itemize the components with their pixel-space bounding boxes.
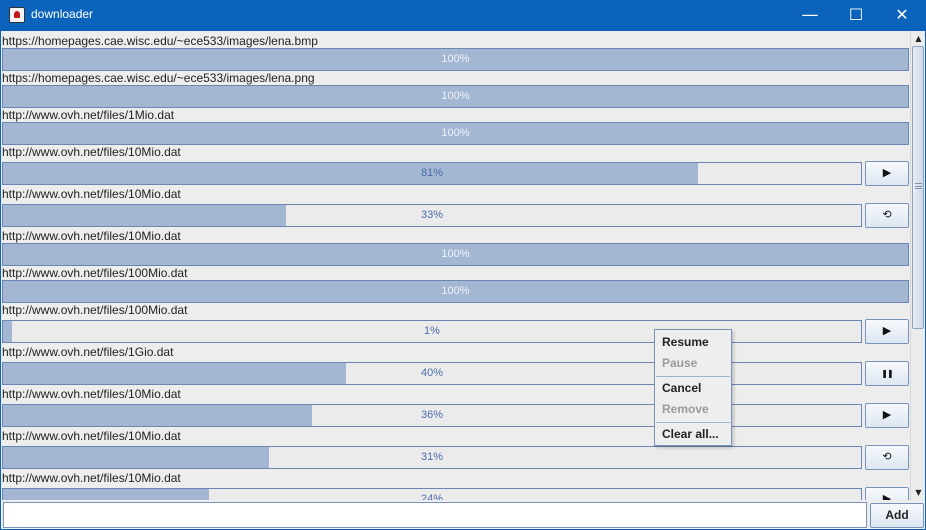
play-icon: ▶ [882,408,892,421]
app-icon [9,7,25,23]
download-url-label: http://www.ovh.net/files/10Mio.dat [2,145,181,159]
pause-button[interactable]: ❚❚ [865,361,909,386]
retry-button[interactable]: ⟲ [865,203,909,228]
menu-separator [656,376,730,377]
scroll-grip-icon [915,183,922,189]
progress-percent: 31% [420,451,444,463]
download-progress-bar[interactable]: 36% [2,404,862,427]
download-progress-bar[interactable]: 100% [2,48,909,71]
window-title: downloader [31,7,94,21]
menu-item-pause: Pause [662,356,698,370]
scroll-down-arrow-icon[interactable]: ▼ [912,486,925,499]
progress-percent: 40% [420,367,444,379]
play-icon: ▶ [882,492,892,500]
download-progress-bar[interactable]: 81% [2,162,862,185]
progress-percent: 81% [420,167,444,179]
download-url-label: http://www.ovh.net/files/10Mio.dat [2,471,181,485]
download-progress-bar[interactable]: 100% [2,122,909,145]
download-progress-bar[interactable]: 33% [2,204,862,227]
url-input[interactable] [3,502,867,528]
progress-percent: 36% [420,409,444,421]
vertical-scrollbar[interactable]: ▲ ▼ [910,31,925,500]
menu-item-remove: Remove [662,402,709,416]
download-url-label: http://www.ovh.net/files/10Mio.dat [2,387,181,401]
menu-separator [656,422,730,423]
download-progress-bar[interactable]: 24% [2,488,862,500]
download-progress-bar[interactable]: 100% [2,85,909,108]
progress-percent: 1% [424,325,440,337]
download-url-label: http://www.ovh.net/files/10Mio.dat [2,187,181,201]
download-progress-bar[interactable]: 31% [2,446,862,469]
download-list: https://homepages.cae.wisc.edu/~ece533/i… [2,31,909,500]
context-menu: Resume Pause Cancel Remove Clear all... [654,329,732,446]
progress-percent: 100% [441,90,470,102]
progress-percent: 33% [420,209,444,221]
download-url-label: http://www.ovh.net/files/1Gio.dat [2,345,174,359]
play-button[interactable]: ▶ [865,487,909,500]
play-icon: ▶ [882,324,892,337]
play-button[interactable]: ▶ [865,161,909,186]
progress-percent: 100% [441,53,470,65]
play-button[interactable]: ▶ [865,403,909,428]
close-button[interactable]: ✕ [879,0,925,31]
pause-icon: ❚❚ [881,369,893,378]
menu-item-cancel[interactable]: Cancel [655,378,731,399]
download-progress-bar[interactable]: 1% [2,320,862,343]
download-url-label: http://www.ovh.net/files/100Mio.dat [2,303,188,317]
retry-icon: ⟲ [882,208,892,221]
menu-item-clear-all[interactable]: Clear all... [655,424,731,445]
scroll-up-arrow-icon[interactable]: ▲ [912,32,925,45]
scroll-thumb[interactable] [912,46,924,329]
play-icon: ▶ [882,166,892,179]
progress-percent: 100% [441,127,470,139]
add-button[interactable]: Add [870,503,924,528]
menu-item-resume[interactable]: Resume [655,332,731,353]
progress-percent: 24% [420,493,444,500]
main-panel: https://homepages.cae.wisc.edu/~ece533/i… [1,31,925,529]
retry-icon: ⟲ [882,450,892,463]
download-progress-bar[interactable]: 40% [2,362,862,385]
download-url-label: http://www.ovh.net/files/10Mio.dat [2,429,181,443]
play-button[interactable]: ▶ [865,319,909,344]
progress-percent: 100% [441,248,470,260]
minimize-button[interactable]: — [787,0,833,31]
title-bar: downloader — ☐ ✕ [0,0,926,31]
download-progress-bar[interactable]: 100% [2,243,909,266]
download-progress-bar[interactable]: 100% [2,280,909,303]
retry-button[interactable]: ⟲ [865,445,909,470]
maximize-button[interactable]: ☐ [833,0,879,31]
progress-percent: 100% [441,285,470,297]
